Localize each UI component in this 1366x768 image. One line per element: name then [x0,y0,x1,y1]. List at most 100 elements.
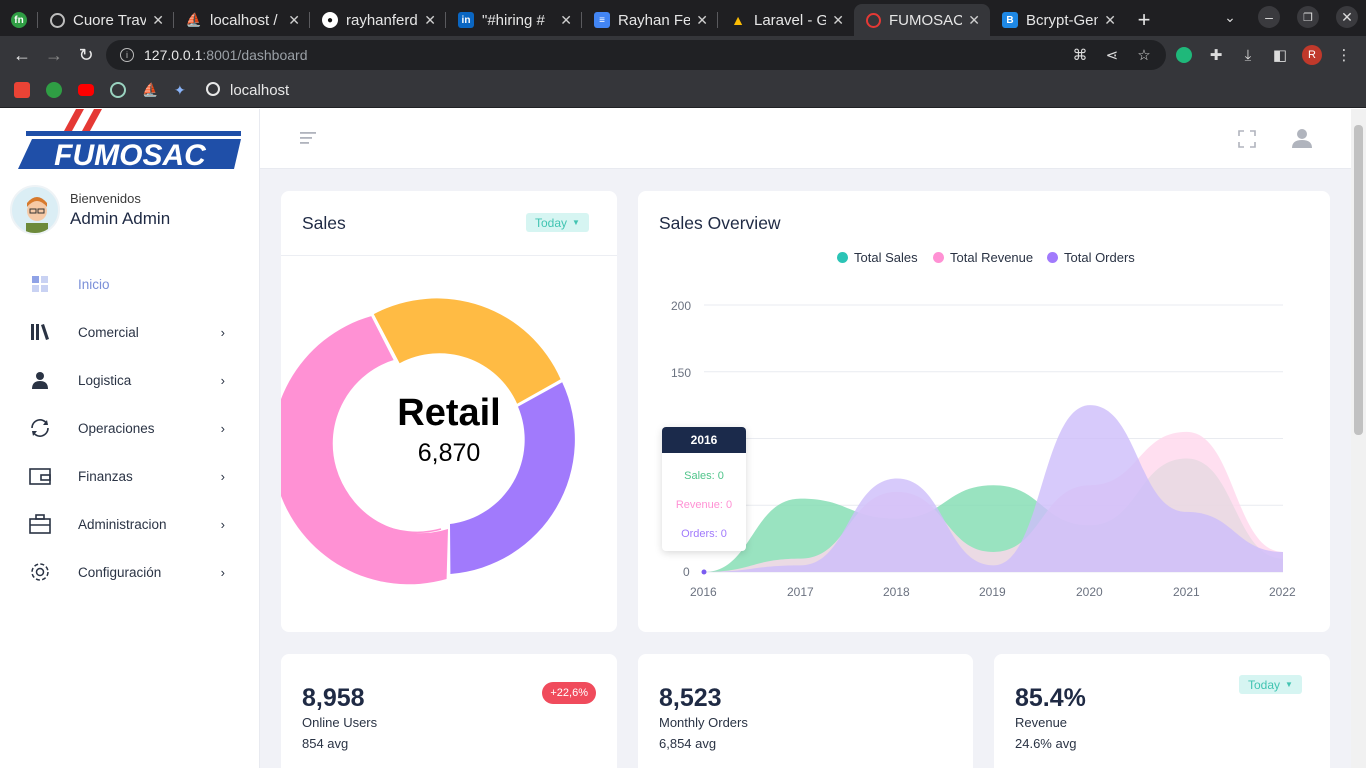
sales-donut: Retail 6,870 [281,298,575,585]
browser-toolbar: ← → ↻ i 127.0.0.1:8001/dashboard ⌘ ⋖ ☆ ✚… [0,36,1366,74]
reload-icon[interactable]: ↻ [75,44,97,66]
sparkle-icon[interactable]: ✦ [174,82,190,98]
donut-center-value: 6,870 [418,439,481,467]
gear-icon [28,560,52,584]
revenue-filter-dropdown[interactable]: Today ▼ [1239,675,1302,694]
caret-down-icon: ▼ [1285,680,1293,689]
profile-avatar[interactable]: R [1302,45,1322,65]
close-icon[interactable]: ✕ [1104,12,1116,29]
sidebar: FUMOSAC Bienvenidos Admin Admin Inicio C… [0,109,260,768]
back-icon[interactable]: ← [11,44,33,66]
tab-fumosac[interactable]: FUMOSAC ✕ [854,4,990,36]
share-icon[interactable]: ⋖ [1102,45,1122,65]
tab-docs[interactable]: ≡ Rayhan Fe ✕ [582,4,718,36]
url-host: 127.0.0.1 [144,47,203,63]
chatgpt-icon[interactable] [110,82,126,98]
tab-github[interactable]: ● rayhanferd ✕ [310,4,446,36]
x-tick-label: 2017 [787,585,814,599]
donut-center-label: Retail [397,392,500,434]
y-tick-label: 200 [671,299,692,313]
phpmyadmin-icon[interactable]: ⛵ [142,82,158,98]
x-tick-label: 2022 [1269,585,1296,599]
stat-value: 8,958 [302,684,365,712]
restore-button[interactable]: ❐ [1297,6,1319,28]
fullscreen-icon[interactable] [1238,130,1256,148]
globe-icon[interactable] [206,82,220,96]
wallet-icon [28,464,52,488]
site-info-icon[interactable]: i [120,48,134,62]
sidebar-item-operaciones[interactable]: Operaciones › [28,415,233,441]
sales-filter-dropdown[interactable]: Today ▼ [526,213,589,232]
menu-kebab-icon[interactable]: ⋮ [1334,45,1354,65]
user-name: Admin Admin [70,209,171,228]
avatar[interactable] [10,185,60,235]
logo-text: FUMOSAC [54,139,207,171]
sync-icon [28,416,52,440]
close-icon[interactable]: ✕ [152,12,164,29]
hamburger-menu-icon[interactable] [300,131,318,147]
forward-icon[interactable]: → [43,44,65,66]
y-tick-label: 0 [683,565,690,579]
close-icon[interactable]: ✕ [968,12,980,29]
side-panel-icon[interactable]: ◧ [1270,45,1290,65]
scrollbar-thumb[interactable] [1354,125,1363,435]
bookmark-localhost[interactable]: localhost [230,82,289,99]
bookmark-star-icon[interactable]: ☆ [1134,45,1154,65]
translate-icon[interactable]: ⌘ [1070,45,1090,65]
chevron-right-icon: › [220,468,225,484]
gmail-icon[interactable] [14,82,30,98]
books-icon [28,320,52,344]
youtube-icon[interactable] [78,84,94,96]
chevron-right-icon: › [220,516,225,532]
tooltip-sales: Sales: 0 [684,470,724,482]
close-icon[interactable]: ✕ [560,12,572,29]
extension-sync-icon[interactable] [1174,45,1194,65]
github-icon: ● [322,12,338,28]
stat-value: 85.4% [1015,684,1086,712]
sidebar-item-configuracion[interactable]: Configuración › [28,559,233,585]
data-point-marker[interactable] [701,569,707,575]
close-icon[interactable]: ✕ [288,12,300,29]
tab-localhost[interactable]: ⛵ localhost / ✕ [174,4,310,36]
stat-avg: 6,854 avg [659,736,717,751]
tooltip-revenue: Revenue: 0 [675,499,733,511]
tab-search-icon[interactable]: ⌄ [1219,6,1241,28]
extensions-icon[interactable]: ✚ [1206,45,1226,65]
stat-avg: 854 avg [302,736,349,751]
page-scrollbar[interactable] [1351,109,1366,768]
address-bar[interactable]: i 127.0.0.1:8001/dashboard [106,40,1166,70]
chevron-right-icon: › [220,420,225,436]
fumosac-logo: FUMOSAC [18,109,241,171]
close-icon[interactable]: ✕ [696,12,708,29]
dashboard-content: Sales Today ▼ Retail 6,870 Sales Overview… [260,169,1351,768]
sales-title: Sales [302,213,346,233]
x-tick-label: 2016 [690,585,717,599]
tooltip-orders: Orders: 0 [681,528,727,540]
new-tab-button[interactable]: + [1126,4,1162,36]
donut-segment-yellow [373,298,561,404]
url-path: :8001/dashboard [202,47,308,63]
tab-drive[interactable]: ▲ Laravel - G ✕ [718,4,854,36]
docs-icon: ≡ [594,12,610,28]
sidebar-item-finanzas[interactable]: Finanzas › [28,463,233,489]
download-icon[interactable]: ⤓ [1238,45,1258,65]
close-window-button[interactable]: ✕ [1336,6,1358,28]
stat-avg: 24.6% avg [1015,736,1077,751]
welcome-text: Bienvenidos [70,191,141,206]
sidebar-item-administracion[interactable]: Administracion › [28,511,233,537]
sidebar-item-comercial[interactable]: Comercial › [28,319,233,345]
fn-icon[interactable] [46,82,62,98]
tab-linkedin[interactable]: in "#hiring # ✕ [446,4,582,36]
x-tick-label: 2019 [979,585,1006,599]
sidebar-item-logistica[interactable]: Logistica › [28,367,233,393]
close-icon[interactable]: ✕ [832,12,844,29]
minimize-button[interactable]: – [1258,6,1280,28]
tab-cuore[interactable]: Cuore Trav ✕ [38,4,174,36]
close-icon[interactable]: ✕ [424,12,436,29]
stat-card-revenue: 85.4% Today ▼ Revenue 24.6% avg [994,654,1330,768]
sidebar-item-inicio[interactable]: Inicio [28,271,233,297]
tab-pinned[interactable]: fn [0,4,38,36]
user-menu-icon[interactable] [1292,128,1312,148]
phpmyadmin-icon: ⛵ [185,12,203,27]
tab-bcrypt[interactable]: B Bcrypt-Gen ✕ [990,4,1126,36]
